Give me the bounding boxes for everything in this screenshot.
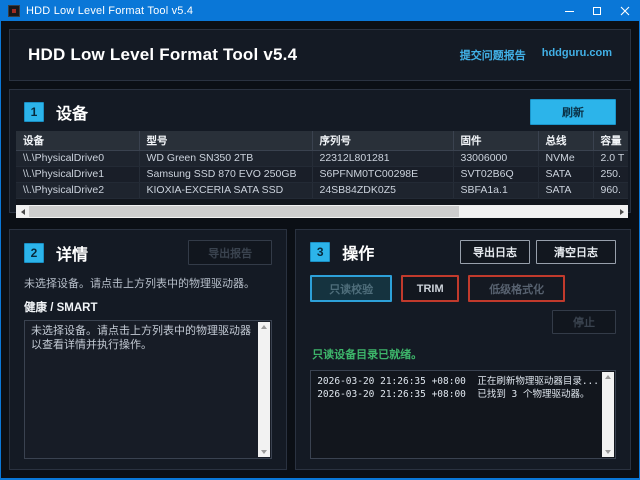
no-selection-text: 未选择设备。请点击上方列表中的物理驱动器。 [24, 275, 272, 291]
scroll-right-icon[interactable] [615, 205, 628, 218]
col-header-bus[interactable]: 总线 [538, 131, 593, 150]
devices-title: 设备 [56, 100, 88, 124]
cell-bus: SATA [538, 182, 593, 198]
close-icon [620, 6, 630, 16]
devices-badge: 1 [24, 102, 44, 122]
operations-section: 3 操作 导出日志 清空日志 只读校验 TRIM 低级格式化 停止 只读设备目录… [295, 229, 631, 470]
cell-serial: S6PFNM0TC00298E [312, 166, 453, 182]
table-row[interactable]: \\.\PhysicalDrive2 KIOXIA-EXCERIA SATA S… [16, 182, 628, 198]
operations-title: 操作 [342, 240, 374, 264]
cell-model: WD Green SN350 2TB [139, 150, 312, 166]
cell-model: Samsung SSD 870 EVO 250GB [139, 166, 312, 182]
devices-section: 1 设备 刷新 设备 型号 序列号 固件 总线 容量 [9, 89, 631, 213]
header-links: 提交问题报告 hddguru.com [460, 47, 612, 63]
scroll-up-icon[interactable] [261, 325, 267, 329]
window-controls [555, 1, 639, 21]
devices-table: 设备 型号 序列号 固件 总线 容量 \\.\PhysicalDrive0 WD… [16, 131, 628, 205]
col-header-firmware[interactable]: 固件 [453, 131, 538, 150]
maximize-button[interactable] [583, 1, 611, 21]
clear-log-button[interactable]: 清空日志 [536, 240, 616, 264]
cell-serial: 24SB84ZDK0Z5 [312, 182, 453, 198]
minimize-button[interactable] [555, 1, 583, 21]
cell-device: \\.\PhysicalDrive0 [16, 150, 139, 166]
cell-capacity: 2.0 T [593, 150, 628, 166]
devices-section-header: 1 设备 刷新 [16, 95, 624, 131]
maximize-icon [593, 7, 601, 15]
export-log-button[interactable]: 导出日志 [460, 240, 530, 264]
status-text: 只读设备目录已就绪。 [312, 346, 616, 362]
log-lines: 2026-03-20 21:26:35 +08:00 正在刷新物理驱动器目录..… [311, 371, 615, 405]
trim-button[interactable]: TRIM [401, 275, 459, 302]
hddguru-link[interactable]: hddguru.com [542, 47, 612, 63]
cell-firmware: SVT02B6Q [453, 166, 538, 182]
scroll-down-icon[interactable] [605, 450, 611, 454]
log-vertical-scrollbar[interactable] [602, 372, 614, 457]
cell-device: \\.\PhysicalDrive2 [16, 182, 139, 198]
window-title: HDD Low Level Format Tool v5.4 [26, 5, 193, 17]
cell-device: \\.\PhysicalDrive1 [16, 166, 139, 182]
report-issue-link[interactable]: 提交问题报告 [460, 47, 526, 63]
col-header-serial[interactable]: 序列号 [312, 131, 453, 150]
page-title: HDD Low Level Format Tool v5.4 [28, 45, 297, 65]
col-header-capacity[interactable]: 容量 [593, 131, 628, 150]
operations-badge: 3 [310, 242, 330, 262]
smart-textbox[interactable]: 未选择设备。请点击上方列表中的物理驱动器以查看详情并执行操作。 [24, 320, 272, 459]
scroll-left-icon[interactable] [16, 205, 29, 218]
refresh-button[interactable]: 刷新 [530, 99, 616, 125]
cell-firmware: SBFA1a.1 [453, 182, 538, 198]
scroll-down-icon[interactable] [261, 450, 267, 454]
smart-label: 健康 / SMART [24, 299, 272, 315]
log-line: 2026-03-20 21:26:35 +08:00 已找到 3 个物理驱动器。 [317, 388, 599, 401]
bottom-columns: 2 详情 导出报告 未选择设备。请点击上方列表中的物理驱动器。 健康 / SMA… [9, 229, 631, 470]
cell-firmware: 33006000 [453, 150, 538, 166]
scroll-up-icon[interactable] [605, 375, 611, 379]
details-section: 2 详情 导出报告 未选择设备。请点击上方列表中的物理驱动器。 健康 / SMA… [9, 229, 287, 470]
close-button[interactable] [611, 1, 639, 21]
smart-text: 未选择设备。请点击上方列表中的物理驱动器以查看详情并执行操作。 [25, 321, 271, 355]
log-textbox[interactable]: 2026-03-20 21:26:35 +08:00 正在刷新物理驱动器目录..… [310, 370, 616, 459]
read-only-verify-button[interactable]: 只读校验 [310, 275, 392, 302]
cell-model: KIOXIA-EXCERIA SATA SSD [139, 182, 312, 198]
operations-section-header: 3 操作 导出日志 清空日志 [310, 240, 616, 264]
cell-serial: 22312L801281 [312, 150, 453, 166]
minimize-icon [565, 11, 574, 12]
log-line: 2026-03-20 21:26:35 +08:00 正在刷新物理驱动器目录..… [317, 375, 599, 388]
cell-capacity: 960. [593, 182, 628, 198]
table-row[interactable]: \\.\PhysicalDrive0 WD Green SN350 2TB 22… [16, 150, 628, 166]
titlebar: HDD Low Level Format Tool v5.4 [1, 1, 639, 21]
operation-buttons-row: 只读校验 TRIM 低级格式化 [310, 275, 616, 302]
details-title: 详情 [56, 241, 88, 265]
stop-button[interactable]: 停止 [552, 310, 616, 334]
table-row[interactable]: \\.\PhysicalDrive1 Samsung SSD 870 EVO 2… [16, 166, 628, 182]
main-content: HDD Low Level Format Tool v5.4 提交问题报告 hd… [1, 21, 639, 478]
cell-bus: SATA [538, 166, 593, 182]
app-icon [8, 5, 20, 17]
table-header-row: 设备 型号 序列号 固件 总线 容量 [16, 131, 628, 150]
col-header-model[interactable]: 型号 [139, 131, 312, 150]
details-section-header: 2 详情 导出报告 [24, 240, 272, 265]
details-badge: 2 [24, 243, 44, 263]
cell-capacity: 250. [593, 166, 628, 182]
stop-row: 停止 [310, 310, 616, 334]
cell-bus: NVMe [538, 150, 593, 166]
col-header-device[interactable]: 设备 [16, 131, 139, 150]
app-header: HDD Low Level Format Tool v5.4 提交问题报告 hd… [9, 29, 631, 81]
export-report-button[interactable]: 导出报告 [188, 240, 272, 265]
low-level-format-button[interactable]: 低级格式化 [468, 275, 565, 302]
table-horizontal-scrollbar[interactable] [16, 205, 628, 218]
smart-vertical-scrollbar[interactable] [258, 322, 270, 457]
app-window: HDD Low Level Format Tool v5.4 HDD Low L… [0, 0, 640, 480]
scrollbar-thumb[interactable] [29, 206, 459, 217]
